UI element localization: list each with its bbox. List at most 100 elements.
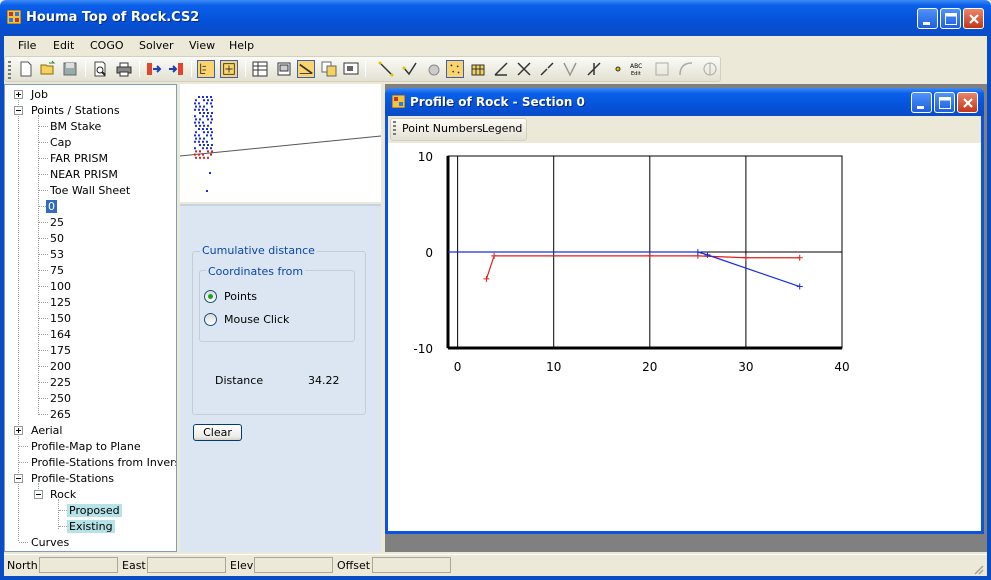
curve-icon[interactable] [653,60,671,78]
mouse-click-radio[interactable] [204,313,217,326]
toolbar-grip[interactable] [8,61,11,79]
menu-cogo[interactable]: COGO [90,39,124,52]
tree-item-point[interactable]: BM Stake [48,120,103,133]
collapse-rock-icon[interactable] [34,490,43,499]
perpendicular-icon[interactable] [585,60,603,78]
menu-help[interactable]: Help [229,39,254,52]
survey-point-marker [207,144,209,146]
mouse-click-radio-label[interactable]: Mouse Click [224,313,289,326]
tree-item-point[interactable]: NEAR PRISM [48,168,120,181]
angle-tool-icon[interactable] [492,60,510,78]
tree-item-profile-inverse[interactable]: Profile-Stations from Inverse [29,456,176,469]
point-tool-icon[interactable] [609,60,627,78]
tree-item-station[interactable]: 53 [48,248,66,261]
arc-icon[interactable] [677,60,695,78]
close-button[interactable] [963,8,984,29]
clear-button[interactable]: Clear [193,424,242,441]
grid-table-icon[interactable] [251,60,269,78]
screen-icon[interactable] [342,60,360,78]
tree-item-point[interactable]: FAR PRISM [48,152,110,165]
window-frame-bottom [0,576,991,580]
point-numbers-button[interactable]: Point Numbers [402,122,483,135]
tree-item-station[interactable]: 200 [48,360,73,373]
v-tool-icon[interactable] [561,60,579,78]
profile-icon[interactable] [297,60,315,78]
north-field [39,557,118,573]
shape-icon[interactable] [701,60,719,78]
survey-point-marker [210,128,212,130]
circle-tool-icon[interactable] [425,60,443,78]
open-folder-icon[interactable] [39,60,57,78]
print-preview-icon[interactable] [91,60,109,78]
points-radio[interactable] [204,290,217,303]
profile-chart[interactable]: 0 10 20 30 40 10 0 -10 [388,143,981,531]
menu-file[interactable]: File [18,39,36,52]
minimize-button[interactable] [917,8,938,29]
resize-grip-icon[interactable] [972,563,984,575]
close-icon [963,98,973,108]
points-tool-icon[interactable] [446,60,464,78]
profile-window-title-bar[interactable]: Profile of Rock - Section 0 [385,88,984,116]
tree-item-point[interactable]: Cap [48,136,73,149]
tree-item-station-selected[interactable]: 0 [46,200,57,213]
mini-map[interactable] [179,84,382,202]
tree-item-station[interactable]: 125 [48,296,73,309]
line-tool-icon[interactable] [377,60,395,78]
import-icon[interactable] [145,60,163,78]
menu-edit[interactable]: Edit [53,39,74,52]
profile-maximize-button[interactable] [934,92,955,113]
tree-item-proposed[interactable]: Proposed [67,504,122,517]
tree-item-points-stations[interactable]: Points / Stations [29,104,122,117]
offset-icon[interactable] [538,60,556,78]
tree-item-station[interactable]: 150 [48,312,73,325]
points-radio-label[interactable]: Points [224,290,257,303]
stations-icon[interactable] [469,60,487,78]
tree-item-existing[interactable]: Existing [67,520,115,533]
layer-icon[interactable] [197,60,215,78]
menu-solver[interactable]: Solver [139,39,174,52]
save-icon[interactable] [61,60,79,78]
profile-minimize-button[interactable] [911,92,932,113]
tree-item-job[interactable]: Job [29,88,50,101]
menu-view[interactable]: View [189,39,215,52]
tree-guide [39,254,48,255]
zoom-extents-icon[interactable] [220,60,238,78]
tree-item-point[interactable]: Toe Wall Sheet [48,184,132,197]
new-file-icon[interactable] [17,60,35,78]
collapse-points-icon[interactable] [14,106,23,115]
profile-close-button[interactable] [957,92,978,113]
collapse-profile-stations-icon[interactable] [14,474,23,483]
survey-point-marker [195,105,197,108]
expand-job-icon[interactable] [14,90,23,99]
tree-item-rock[interactable]: Rock [48,488,78,501]
check-tool-icon[interactable] [401,60,419,78]
toolbar-grip[interactable] [393,121,396,137]
legend-button[interactable]: Legend [482,122,522,135]
print-icon[interactable] [115,60,133,78]
copy-icon[interactable] [320,60,338,78]
tree-item-profile-stations[interactable]: Profile-Stations [29,472,116,485]
tree-item-station[interactable]: 250 [48,392,73,405]
tree-item-station[interactable]: 75 [48,264,66,277]
tree-item-aerial[interactable]: Aerial [29,424,64,437]
tree-item-station[interactable]: 164 [48,328,73,341]
survey-point-marker [210,121,212,124]
export-icon[interactable] [167,60,185,78]
survey-point-marker [206,140,208,143]
tree-item-station[interactable]: 100 [48,280,73,293]
intersect-icon[interactable] [515,60,533,78]
expand-aerial-icon[interactable] [14,426,23,435]
main-title-bar[interactable]: Houma Top of Rock.CS2 [0,0,991,36]
tree-item-station[interactable]: 225 [48,376,73,389]
tree-item-curves[interactable]: Curves [29,536,71,549]
text-edit-icon[interactable]: ABCEdit [629,60,647,78]
tree-item-profile-map[interactable]: Profile-Map to Plane [29,440,143,453]
window-icon[interactable] [275,60,293,78]
tree-item-station[interactable]: 50 [48,232,66,245]
tree-item-station[interactable]: 25 [48,216,66,229]
survey-point-marker [203,105,205,108]
tree-item-station[interactable]: 175 [48,344,73,357]
tree-guide [39,142,48,143]
maximize-button[interactable] [940,8,961,29]
tree-item-station[interactable]: 265 [48,408,73,421]
